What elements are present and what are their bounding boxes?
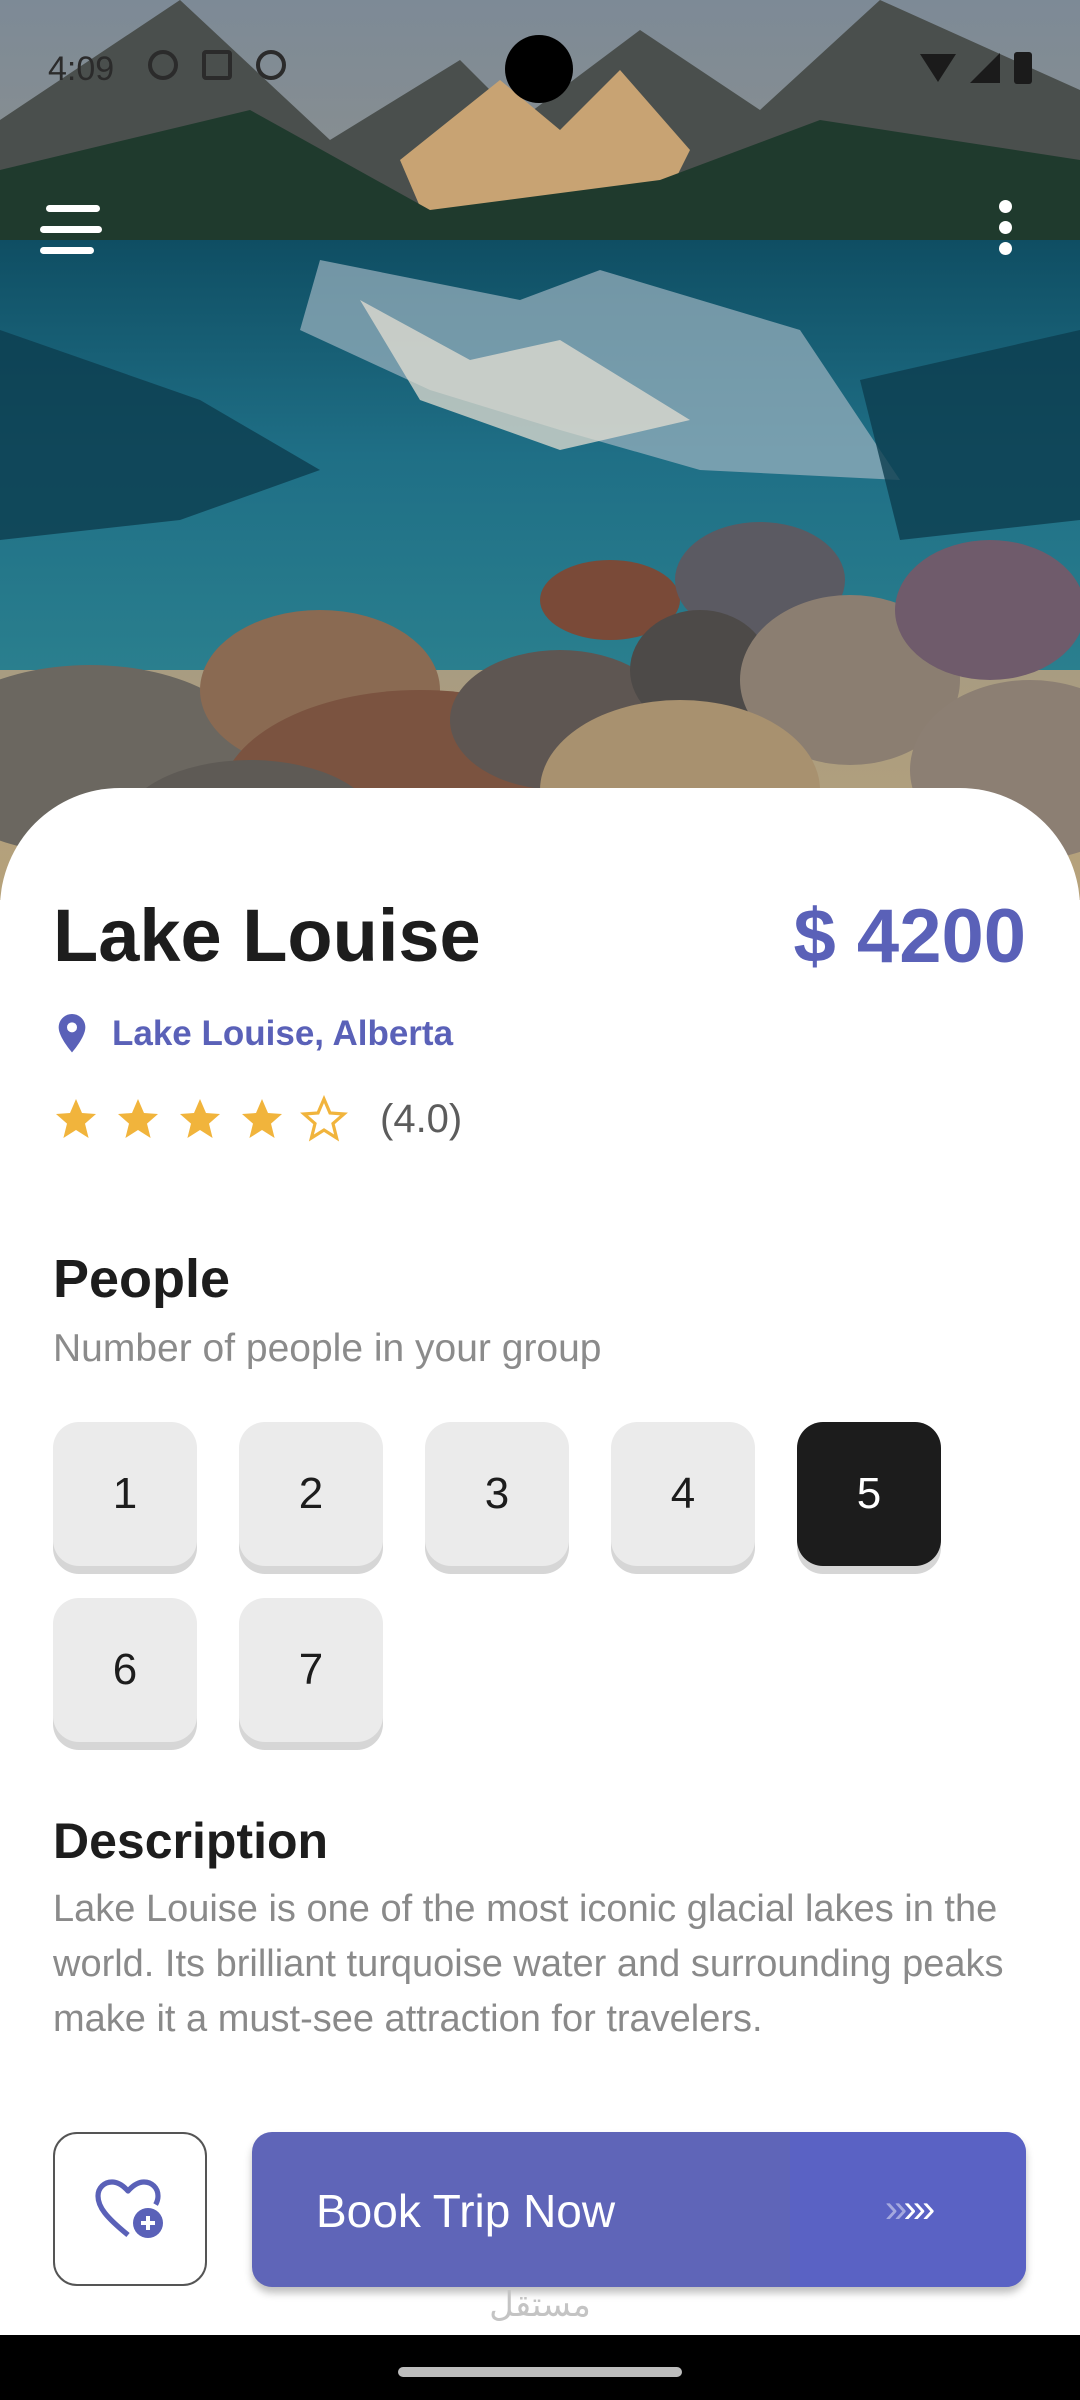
- system-icons: [920, 52, 1032, 84]
- signal-icon: [970, 53, 1000, 83]
- location-label: Lake Louise, Alberta: [112, 1014, 454, 1053]
- rating-row: (4.0): [52, 1095, 462, 1143]
- star-icon: [180, 1099, 220, 1138]
- location-pin-icon: [58, 1014, 86, 1053]
- description-text: Lake Louise is one of the most iconic gl…: [53, 1888, 1004, 2040]
- people-subtitle: Number of people in your group: [53, 1327, 602, 1370]
- description-heading: Description: [53, 1813, 329, 1869]
- status-time: 4:09: [48, 50, 115, 88]
- hero-image: [0, 0, 1080, 900]
- more-vertical-icon[interactable]: [990, 200, 1020, 270]
- add-favorite-button[interactable]: [53, 2132, 207, 2286]
- people-option-3[interactable]: 3: [425, 1422, 569, 1566]
- sync-icon: [256, 50, 286, 80]
- location-row: Lake Louise, Alberta: [52, 1012, 453, 1056]
- people-option-7[interactable]: 7: [239, 1598, 383, 1742]
- camera-cutout: [505, 35, 573, 103]
- people-heading: People: [53, 1249, 231, 1309]
- star-outline-icon: [300, 1095, 348, 1142]
- destination-price: $ 4200: [793, 894, 1026, 979]
- book-trip-button[interactable]: Book Trip Now ›› ›››: [252, 2132, 1026, 2287]
- menu-icon[interactable]: [40, 205, 106, 261]
- book-trip-label: Book Trip Now: [316, 2185, 616, 2237]
- destination-title: Lake Louise: [53, 894, 481, 977]
- people-option-1[interactable]: 1: [53, 1422, 197, 1566]
- wifi-icon: [920, 54, 956, 82]
- rating-value: (4.0): [380, 1096, 463, 1141]
- star-icon: [56, 1099, 96, 1138]
- arrow-right-icon: ›› ›››: [790, 2132, 1026, 2287]
- sim-icon: [202, 50, 232, 80]
- people-option-6[interactable]: 6: [53, 1598, 197, 1742]
- status-bar: 4:09: [0, 0, 1080, 130]
- notification-icons: [148, 50, 286, 80]
- heart-plus-icon: [95, 2179, 163, 2238]
- star-icon: [242, 1099, 282, 1138]
- people-option-4[interactable]: 4: [611, 1422, 755, 1566]
- people-option-2[interactable]: 2: [239, 1422, 383, 1566]
- shield-icon: [148, 50, 178, 80]
- navigation-bar: [0, 2335, 1080, 2400]
- star-icon: [118, 1099, 158, 1138]
- battery-icon: [1014, 52, 1032, 84]
- home-handle[interactable]: [398, 2367, 682, 2377]
- watermark: مستقل: [489, 2286, 591, 2324]
- people-option-5[interactable]: 5: [797, 1422, 941, 1566]
